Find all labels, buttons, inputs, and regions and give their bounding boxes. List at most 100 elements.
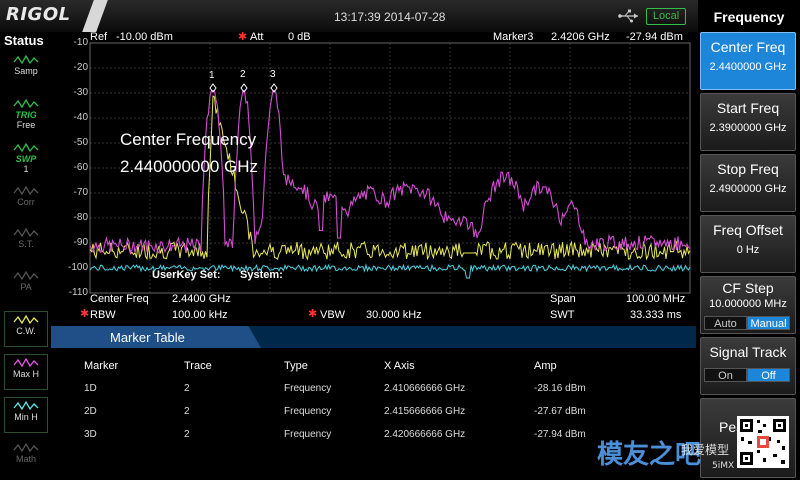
vbw-value[interactable]: 30.000 kHz [366, 309, 422, 321]
sweep-icon [13, 142, 39, 153]
y-tick-label: -100 [67, 262, 88, 273]
signal-track-on-option[interactable]: On [704, 368, 747, 382]
system-label: System: [240, 269, 283, 281]
y-tick-label: -50 [73, 137, 88, 148]
swt-value[interactable]: 33.333 ms [630, 309, 681, 321]
marker-amp: -27.94 dBm [626, 31, 683, 43]
marker-2-number: 2 [240, 69, 246, 80]
frequency-menu: Frequency Center Freq 2.4400000 GHz Star… [698, 0, 800, 480]
preamp-icon [13, 270, 39, 281]
freq-offset-button-label: Freq Offset [713, 222, 783, 238]
sample-wave-icon [13, 54, 39, 65]
cf-step-auto-option[interactable]: Auto [704, 316, 747, 330]
marker-table-cell: 2.410666666 GHz [384, 383, 466, 394]
marker-table-cell: 2D [84, 406, 97, 417]
status-item-min-h[interactable]: Min H [4, 397, 48, 433]
status-item-text: 1 [23, 164, 29, 174]
marker-1-number: 1 [209, 70, 215, 81]
span-label: Span [550, 293, 576, 305]
y-tick-label: -90 [73, 237, 88, 248]
status-item-max-h[interactable]: Max H [4, 354, 48, 390]
y-tick-label: -20 [73, 62, 88, 73]
rbw-label: RBW [90, 309, 116, 321]
status-item-math[interactable]: Math [4, 440, 48, 476]
signal-track-button-label: Signal Track [709, 344, 787, 360]
marker-table-cell: Frequency [284, 406, 332, 417]
status-item-trig[interactable]: TRIG Free [4, 96, 48, 132]
signal-track-toggle[interactable]: On Off [704, 368, 790, 382]
watermark-text-2: 我爱模型 [681, 443, 730, 457]
att-label: Att [250, 31, 264, 43]
math-icon [13, 442, 39, 453]
cf-step-button-value: 10.000000 MHz [709, 298, 787, 310]
y-tick-label: -30 [73, 87, 88, 98]
min-hold-icon [13, 400, 39, 411]
sweep-info-bar: Center Freq 2.4400 GHz Span 100.00 MHz ✱… [80, 291, 692, 323]
marker-table-cell: -27.94 dBm [534, 429, 586, 440]
rbw-star-icon: ✱ [80, 308, 90, 320]
ref-value[interactable]: -10.00 dBm [116, 31, 173, 43]
status-item-s-t[interactable]: S.T. [4, 225, 48, 261]
center-freq-button-label: Center Freq [710, 39, 786, 55]
rbw-value[interactable]: 100.00 kHz [172, 309, 228, 321]
center-freq-label: Center Freq [90, 293, 149, 305]
swt-label: SWT [550, 309, 575, 321]
center-freq-button[interactable]: Center Freq 2.4400000 GHz [700, 32, 796, 90]
signal-track-button[interactable]: Signal Track [700, 337, 796, 395]
marker-table-cell: 2.420666666 GHz [384, 429, 466, 440]
stop-freq-button-value: 2.4900000 GHz [709, 183, 787, 195]
marker-table-title: Marker Table [110, 330, 185, 345]
cf-step-manual-option[interactable]: Manual [747, 316, 790, 330]
status-item-text: Free [16, 120, 36, 130]
signal-track-off-option[interactable]: Off [747, 368, 790, 382]
start-freq-button-label: Start Freq [716, 100, 780, 116]
y-tick-label: -80 [73, 212, 88, 223]
status-item-samp[interactable]: Samp [4, 52, 48, 88]
y-tick-label: -10 [73, 37, 88, 48]
freq-offset-button-value: 0 Hz [736, 244, 760, 256]
cf-step-button-label: CF Step [722, 280, 774, 296]
cf-step-mode-toggle[interactable]: Auto Manual [704, 316, 790, 330]
y-tick-label: -110 [68, 287, 88, 298]
menu-title: Frequency [713, 9, 785, 25]
trigger-icon [13, 98, 39, 109]
att-value[interactable]: 0 dB [288, 31, 311, 43]
vbw-label: VBW [320, 309, 346, 321]
marker-table-cell: 2 [184, 383, 190, 394]
status-item-text: Corr [17, 197, 35, 207]
marker-table-column-type: Type [284, 360, 308, 372]
status-item-pa[interactable]: PA [4, 268, 48, 304]
status-item-corr[interactable]: Corr [4, 183, 48, 219]
stop-freq-button[interactable]: Stop Freq 2.4900000 GHz [700, 154, 796, 212]
center-freq-button-value: 2.4400000 GHz [709, 61, 787, 73]
status-title: Status [4, 33, 44, 48]
userkey-label: UserKey Set: [152, 269, 221, 281]
status-item-text: TRIG [15, 110, 37, 120]
span-value[interactable]: 100.00 MHz [626, 293, 685, 305]
status-item-c-w[interactable]: C.W. [4, 311, 48, 347]
marker-3-number: 3 [270, 69, 276, 80]
center-frequency-overlay-value: 2.440000000 GHz [120, 157, 258, 176]
max-hold-icon [13, 357, 39, 368]
status-item-text: Max H [12, 369, 39, 379]
freq-offset-button[interactable]: Freq Offset 0 Hz [700, 215, 796, 273]
status-item-text: PA [20, 282, 32, 292]
marker-table-cell: -28.16 dBm [534, 383, 586, 394]
status-item-text: C.W. [16, 326, 36, 336]
y-tick-label: -60 [73, 162, 88, 173]
usb-icon [618, 9, 638, 23]
att-star-icon: ✱ [238, 31, 248, 43]
correction-icon [13, 185, 39, 196]
status-item-swp[interactable]: SWP 1 [4, 140, 48, 176]
center-freq-value[interactable]: 2.4400 GHz [172, 293, 231, 305]
y-tick-label: -40 [73, 112, 88, 123]
top-bar: RIGOL 13:17:39 2014-07-28 Local [0, 0, 800, 32]
trace-header: Ref -10.00 dBm ✱ Att 0 dB Marker3 2.4206… [90, 31, 690, 43]
local-badge[interactable]: Local [646, 8, 686, 25]
marker-table-cell: 2.415666666 GHz [384, 406, 466, 417]
marker-table-column-marker: Marker [84, 360, 119, 372]
start-freq-button[interactable]: Start Freq 2.3900000 GHz [700, 93, 796, 151]
stop-freq-button-label: Stop Freq [717, 161, 779, 177]
marker-table-cell: 3D [84, 429, 97, 440]
marker-table-cell: -27.67 dBm [534, 406, 586, 417]
